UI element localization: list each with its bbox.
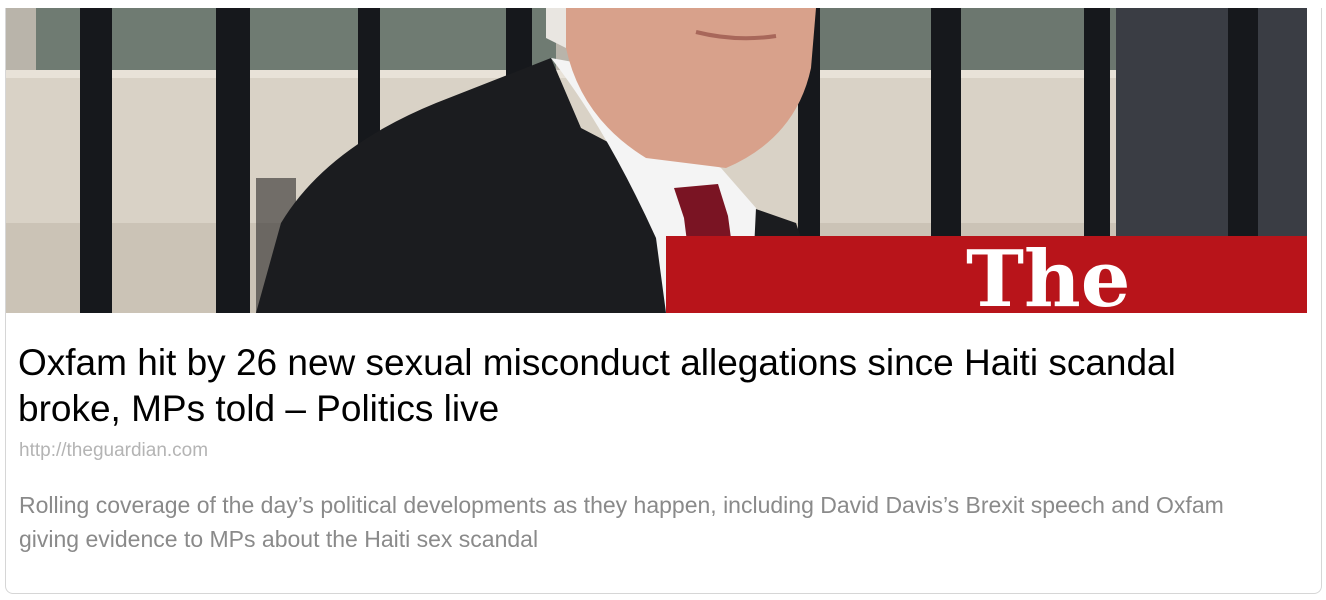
- source-url[interactable]: http://theguardian.com: [19, 440, 208, 462]
- masthead-text: The: [966, 234, 1130, 313]
- link-preview-card[interactable]: The Oxfam hit by 26 new sexual misconduc…: [5, 8, 1322, 594]
- headline[interactable]: Oxfam hit by 26 new sexual misconduct al…: [18, 340, 1278, 432]
- description: Rolling coverage of the day’s political …: [19, 492, 1224, 552]
- preview-image[interactable]: The: [6, 8, 1307, 313]
